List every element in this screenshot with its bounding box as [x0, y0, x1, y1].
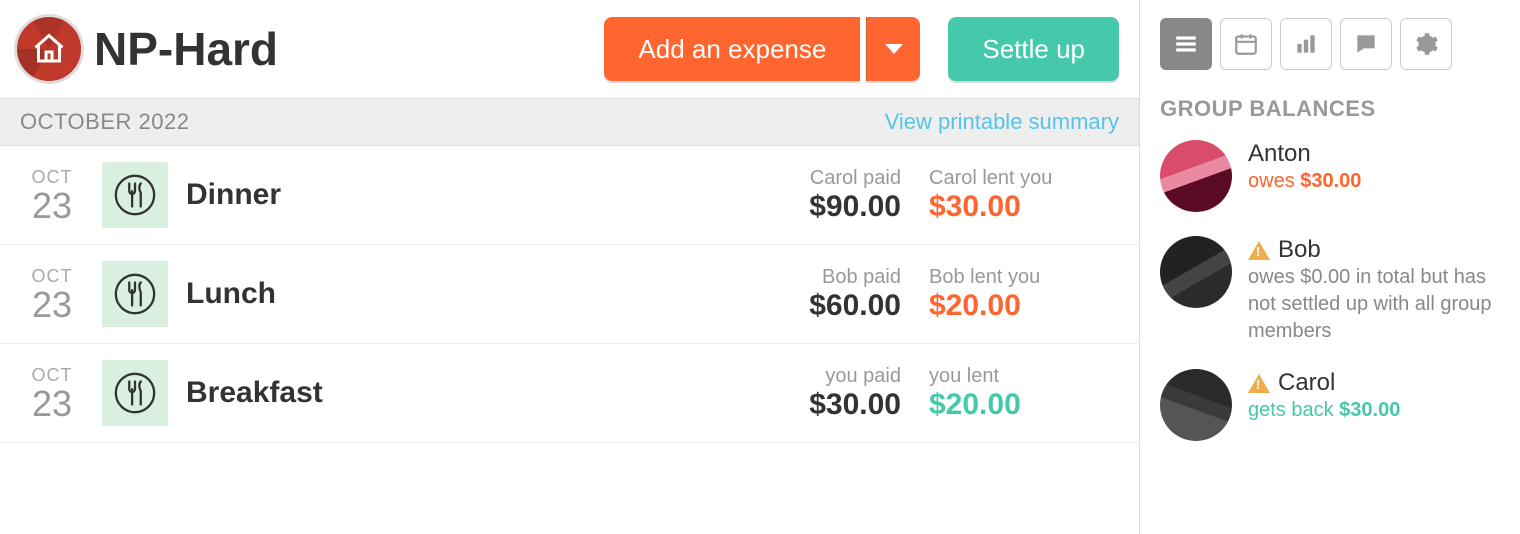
user-avatar — [1160, 236, 1232, 308]
group-header: NP-Hard Add an expense Settle up — [0, 0, 1139, 98]
balances-heading: GROUP BALANCES — [1160, 96, 1500, 122]
comment-icon — [1353, 31, 1379, 57]
food-icon — [112, 271, 158, 317]
add-expense-button[interactable]: Add an expense — [604, 17, 860, 81]
lent-amount: $20.00 — [929, 289, 1119, 323]
calendar-icon — [1233, 31, 1259, 57]
balance-row[interactable]: Carolgets back $30.00 — [1160, 369, 1500, 441]
user-avatar — [1160, 140, 1232, 212]
expense-date: OCT23 — [20, 266, 84, 323]
main-column: NP-Hard Add an expense Settle up OCTOBER… — [0, 0, 1140, 534]
expense-date-day: 23 — [20, 386, 84, 422]
balance-text: owes $0.00 in total but has not settled … — [1248, 264, 1500, 345]
balance-name: Anton — [1248, 140, 1500, 168]
lent-label: Carol lent you — [929, 167, 1119, 190]
expense-date-day: 23 — [20, 188, 84, 224]
balances-list: Antonowes $30.00 Bobowes $0.00 in total b… — [1160, 140, 1500, 441]
expense-date: OCT23 — [20, 167, 84, 224]
lent-column: you lent$20.00 — [929, 365, 1119, 422]
paid-amount: $90.00 — [711, 190, 901, 224]
category-icon — [102, 360, 168, 426]
paid-label: Carol paid — [711, 167, 901, 190]
lent-column: Bob lent you$20.00 — [929, 266, 1119, 323]
tab-comments[interactable] — [1340, 18, 1392, 70]
tab-calendar[interactable] — [1220, 18, 1272, 70]
balance-name: Bob — [1248, 236, 1500, 264]
expense-row[interactable]: OCT23 Breakfast you paid$30.00 you lent$20.… — [0, 344, 1139, 443]
tab-chart[interactable] — [1280, 18, 1332, 70]
add-expense-dropdown-button[interactable] — [866, 17, 920, 81]
category-icon — [102, 162, 168, 228]
sidebar-tabs — [1160, 18, 1500, 70]
lent-column: Carol lent you$30.00 — [929, 167, 1119, 224]
lent-amount: $30.00 — [929, 190, 1119, 224]
group-title: NP-Hard — [94, 22, 594, 76]
lent-label: you lent — [929, 365, 1119, 388]
paid-amount: $60.00 — [711, 289, 901, 323]
month-label: OCTOBER 2022 — [20, 109, 189, 135]
balance-info: Antonowes $30.00 — [1248, 140, 1500, 212]
expense-title: Lunch — [186, 277, 693, 311]
chart-icon — [1293, 31, 1319, 57]
food-icon — [112, 370, 158, 416]
tab-settings[interactable] — [1400, 18, 1452, 70]
group-avatar — [14, 14, 84, 84]
sidebar: GROUP BALANCES Antonowes $30.00Bobowes $… — [1140, 0, 1520, 534]
lent-label: Bob lent you — [929, 266, 1119, 289]
gear-icon — [1413, 31, 1439, 57]
balance-amount: $30.00 — [1339, 399, 1400, 421]
balance-info: Carolgets back $30.00 — [1248, 369, 1500, 441]
expense-date: OCT23 — [20, 365, 84, 422]
settle-up-button[interactable]: Settle up — [948, 17, 1119, 81]
paid-column: you paid$30.00 — [711, 365, 901, 422]
category-icon — [102, 261, 168, 327]
paid-column: Bob paid$60.00 — [711, 266, 901, 323]
user-avatar — [1160, 369, 1232, 441]
balance-info: Bobowes $0.00 in total but has not settl… — [1248, 236, 1500, 345]
printable-summary-link[interactable]: View printable summary — [885, 109, 1119, 135]
expense-list: OCT23 Dinner Carol paid$90.00 Carol lent yo… — [0, 146, 1139, 443]
balance-row[interactable]: Bobowes $0.00 in total but has not settl… — [1160, 236, 1500, 345]
expense-title: Dinner — [186, 178, 693, 212]
tab-list[interactable] — [1160, 18, 1212, 70]
food-icon — [112, 172, 158, 218]
expense-title: Breakfast — [186, 376, 693, 410]
balance-text: owes $30.00 — [1248, 168, 1500, 195]
chevron-down-icon — [885, 44, 903, 54]
paid-label: you paid — [711, 365, 901, 388]
warning-icon — [1248, 241, 1270, 260]
expense-row[interactable]: OCT23 Lunch Bob paid$60.00 Bob lent you$20.… — [0, 245, 1139, 344]
balance-row[interactable]: Antonowes $30.00 — [1160, 140, 1500, 212]
paid-amount: $30.00 — [711, 388, 901, 422]
expense-row[interactable]: OCT23 Dinner Carol paid$90.00 Carol lent yo… — [0, 146, 1139, 245]
paid-column: Carol paid$90.00 — [711, 167, 901, 224]
paid-label: Bob paid — [711, 266, 901, 289]
balance-name: Carol — [1248, 369, 1500, 397]
balance-text: gets back $30.00 — [1248, 397, 1500, 424]
month-header: OCTOBER 2022 View printable summary — [0, 98, 1139, 146]
balance-amount: $30.00 — [1300, 170, 1361, 192]
expense-date-day: 23 — [20, 287, 84, 323]
lent-amount: $20.00 — [929, 388, 1119, 422]
warning-icon — [1248, 374, 1270, 393]
list-icon — [1173, 31, 1199, 57]
